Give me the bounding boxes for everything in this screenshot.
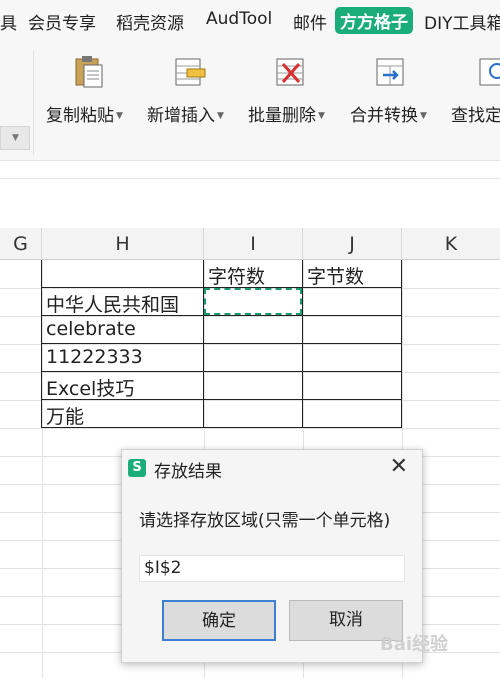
find-button[interactable]: 查找定 [451,55,500,145]
watermark-logo: Bai经验 [380,634,449,655]
insert-button[interactable]: 新增插入 ▼ [147,55,237,145]
cell-h6[interactable]: 万能 [46,402,202,428]
menu-item-audtool[interactable]: AudTool [206,9,272,29]
menu-item-fangfanggezi[interactable]: 方方格子 [335,7,413,34]
chevron-down-icon[interactable]: ▼ [12,133,19,143]
cell-i1[interactable]: 字符数 [208,262,302,288]
insert-row-icon [175,58,206,86]
ok-button[interactable]: 确定 [162,600,276,641]
insert-label: 新增插入 ▼ [147,106,224,126]
table-border [302,260,303,428]
column-header-g[interactable]: G [0,228,42,260]
batch-delete-label: 批量删除 ▼ [248,106,325,126]
dialog-title: 存放结果 [154,462,222,482]
column-header-k[interactable]: K [402,228,500,260]
find-icon [479,58,500,86]
copy-paste-label: 复制粘贴 ▼ [46,106,123,126]
range-input[interactable]: $I$2 [139,555,405,582]
menu-item-mail[interactable]: 邮件 [293,9,327,34]
save-result-dialog: S 存放结果 ✕ 请选择存放区域(只需一个单元格) $I$2 确定 取消 [121,449,423,663]
grid-line [42,260,43,678]
table-border [401,260,402,428]
delete-icon [276,58,304,86]
grid-line [0,400,500,401]
formula-bar-area [0,160,500,229]
ribbon-separator [33,50,34,155]
column-header-h[interactable]: H [42,228,204,260]
clipboard-icon [75,56,103,88]
grid-line [0,372,500,373]
copy-paste-button[interactable]: 复制粘贴 ▼ [46,55,136,145]
menu-item-member[interactable]: 会员专享 [28,9,96,34]
close-icon[interactable]: ✕ [390,454,408,479]
table-border [41,260,42,428]
find-label: 查找定 [451,106,500,126]
column-header-i[interactable]: I [204,228,303,260]
menu-item-tools[interactable]: 具 [0,9,17,34]
column-header-j[interactable]: J [303,228,402,260]
selected-cell-i2[interactable] [204,288,302,315]
divider [0,178,500,179]
dialog-prompt: 请选择存放区域(只需一个单元格) [139,511,391,531]
merge-convert-label: 合并转换 ▼ [350,106,427,126]
merge-convert-icon [376,58,404,86]
cell-h5[interactable]: Excel技巧 [46,374,202,400]
app-logo-icon: S [128,459,146,477]
menu-bar: 具 会员专享 稻壳资源 AudTool 邮件 方方格子 DIY工具箱 [0,0,500,40]
table-border [203,260,204,428]
cell-h2[interactable]: 中华人民共和国 [46,290,202,316]
menu-item-docer[interactable]: 稻壳资源 [116,9,184,34]
cell-h3[interactable]: celebrate [46,318,202,344]
cell-j1[interactable]: 字节数 [307,262,401,288]
grid-line [0,428,500,429]
merge-convert-button[interactable]: 合并转换 ▼ [350,55,440,145]
grid-line [0,316,500,317]
batch-delete-button[interactable]: 批量删除 ▼ [248,55,338,145]
menu-item-diy[interactable]: DIY工具箱 [424,9,500,34]
grid-line [0,344,500,345]
cell-h4[interactable]: 11222333 [46,346,202,372]
